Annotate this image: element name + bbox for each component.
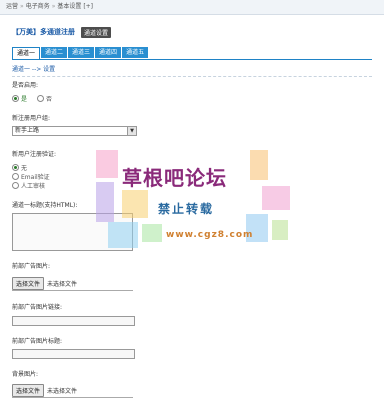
choose-file-button[interactable]: 选择文件 [12, 383, 45, 397]
radio-dot [12, 173, 19, 180]
enable-yes-radio[interactable]: 是 [12, 94, 27, 103]
tab-channel-4[interactable]: 通道四 [95, 47, 122, 58]
banner-link-input[interactable] [12, 316, 135, 326]
verify-label: 新用户注册验证: [12, 151, 57, 158]
banner-title-input[interactable] [12, 349, 135, 359]
divider [12, 76, 372, 77]
watermark-block [122, 190, 148, 218]
radio-dot [12, 164, 19, 171]
channel-settings-button[interactable]: 通道设置 [81, 26, 112, 38]
enable-label: 是否启用: [12, 82, 39, 89]
section-path: 通道一 --> 设置 [12, 66, 56, 73]
file-status: 未选择文件 [47, 280, 78, 288]
watermark-block [108, 222, 138, 248]
bg-image-file: 选择文件 未选择文件 [12, 383, 133, 398]
watermark-block [250, 150, 268, 180]
tab-channel-3[interactable]: 通道三 [68, 47, 95, 58]
watermark-block [96, 150, 118, 178]
banner-image-label: 前部广告图片: [12, 263, 51, 270]
tab-channel-5[interactable]: 通道五 [122, 47, 149, 58]
breadcrumb-item[interactable]: 基本设置 [57, 3, 81, 10]
radio-dot [12, 182, 19, 189]
file-status: 未选择文件 [47, 387, 78, 395]
radio-label: 无 [21, 165, 28, 172]
watermark-text: 草根吧论坛 [122, 166, 227, 190]
watermark-text: www.cgz8.com [166, 230, 254, 240]
chevron-down-icon: ▼ [127, 127, 136, 135]
banner-image-file: 选择文件 未选择文件 [12, 276, 133, 291]
radio-label: Email验证 [21, 174, 50, 181]
bg-image-label: 背景图片: [12, 371, 39, 378]
header-html-label: 通道一标题(支持HTML): [12, 202, 78, 209]
enable-no-radio[interactable]: 否 [36, 94, 52, 103]
user-group-select[interactable]: 新手上路 ▼ [12, 126, 137, 136]
breadcrumb-item[interactable]: 运营 [6, 3, 18, 10]
watermark-text: 禁止转载 [158, 202, 215, 216]
watermark-block [272, 220, 288, 240]
page-title: 【万美】多通道注册 [12, 28, 75, 36]
radio-dot [12, 95, 19, 102]
watermark-block [96, 182, 114, 222]
banner-link-label: 前部广告图片链接: [12, 304, 63, 311]
choose-file-button[interactable]: 选择文件 [12, 276, 45, 290]
banner-title-label: 前部广告图片标题: [12, 338, 63, 345]
select-value: 新手上路 [15, 127, 40, 134]
radio-label: 否 [45, 96, 52, 103]
tab-channel-1[interactable]: 通道一 [12, 47, 41, 59]
watermark-block [262, 186, 290, 210]
radio-label: 是 [21, 96, 28, 103]
breadcrumb-item[interactable]: 电子商务 [26, 3, 50, 10]
group-label: 新注册用户组: [12, 115, 51, 122]
breadcrumb: 运营» 电子商务» 基本设置 [+] [0, 0, 384, 15]
radio-label: 人工审核 [21, 183, 46, 190]
verify-none-radio[interactable]: 无 [12, 163, 27, 172]
breadcrumb-toggle[interactable]: [+] [83, 3, 93, 10]
verify-email-radio[interactable]: Email验证 [12, 172, 50, 181]
watermark-block [142, 224, 162, 242]
verify-manual-radio[interactable]: 人工审核 [12, 181, 45, 190]
channel-tabs: 通道一 通道二 通道三 通道四 通道五 [12, 47, 372, 60]
radio-dot [36, 95, 44, 102]
tab-channel-2[interactable]: 通道二 [41, 47, 68, 58]
